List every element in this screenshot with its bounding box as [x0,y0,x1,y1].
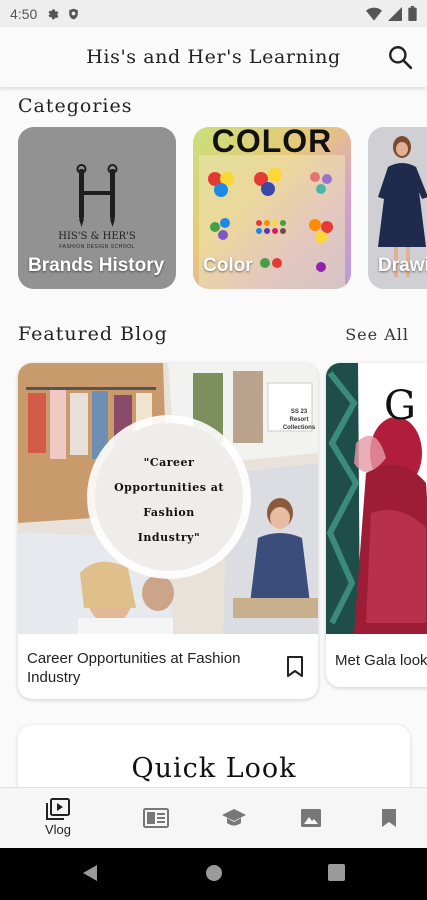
blog-cover-image: SS 23 Resort Collections "Career Opportu… [18,363,318,634]
recents-icon[interactable] [328,864,345,881]
quick-look-card[interactable]: Quick Look [18,725,410,787]
shield-icon [69,8,79,19]
blog-overlay-text: "Career Opportunities at Fashion Industr… [114,456,224,544]
blog-caption: Met Gala look [335,652,427,669]
app-title: His's and Her's Learning [86,46,341,68]
system-navigation-bar [0,848,427,900]
category-card-brands-history[interactable]: HIS'S & HER'S FASHION DESIGN SCHOOL Bran… [18,127,176,289]
blog-card[interactable]: G Met Gala look [326,363,427,687]
blog-badge: SS 23 Resort Collections [282,409,316,431]
blog-cover-image: G [326,363,427,634]
blog-caption: Career Opportunities at Fashion Industry [27,650,241,686]
categories-title: Categories [18,95,133,117]
bottom-navigation: Vlog [0,787,427,848]
nav-item-gallery[interactable] [271,788,351,849]
status-time: 4:50 [10,5,38,22]
category-label: Brands History [28,255,165,276]
battery-icon [408,6,417,21]
article-icon [143,808,169,828]
featured-blog-title: Featured Blog [18,323,168,345]
back-icon[interactable] [82,864,98,882]
app-bar: His's and Her's Learning [0,27,427,87]
status-bar: 4:50 [0,0,427,27]
category-label: Drawi [378,255,427,276]
color-poster-title: COLOR [211,127,333,159]
nav-label: Vlog [44,822,72,837]
brand-logo-text: HIS'S & HER'S [58,231,136,242]
nav-item-saved[interactable] [349,788,427,849]
settings-icon [48,8,59,19]
nav-item-courses[interactable] [194,788,274,849]
category-card-drawing[interactable]: Drawi [368,127,427,289]
search-icon[interactable] [387,44,413,70]
bookmark-icon[interactable] [286,656,304,678]
home-icon[interactable] [205,864,223,882]
blog-poster-text: G [384,383,416,429]
main-content: Categories HIS'S & HER'S FASHION DESIGN … [0,87,427,787]
brand-logo-subtext: FASHION DESIGN SCHOOL [59,244,135,250]
school-icon [222,809,246,826]
blog-card[interactable]: SS 23 Resort Collections "Career Opportu… [18,363,318,699]
quick-look-title: Quick Look [131,753,297,784]
bookmark-icon [382,809,396,827]
see-all-link[interactable]: See All [345,325,409,344]
nav-item-articles[interactable] [116,788,196,849]
video-library-icon [46,798,70,820]
category-card-color[interactable]: COLOR Color [193,127,351,289]
category-label: Color [203,255,253,276]
nav-item-vlog[interactable]: Vlog [18,788,98,849]
signal-icon [388,6,402,21]
image-icon [301,809,321,827]
wifi-icon [366,7,382,21]
